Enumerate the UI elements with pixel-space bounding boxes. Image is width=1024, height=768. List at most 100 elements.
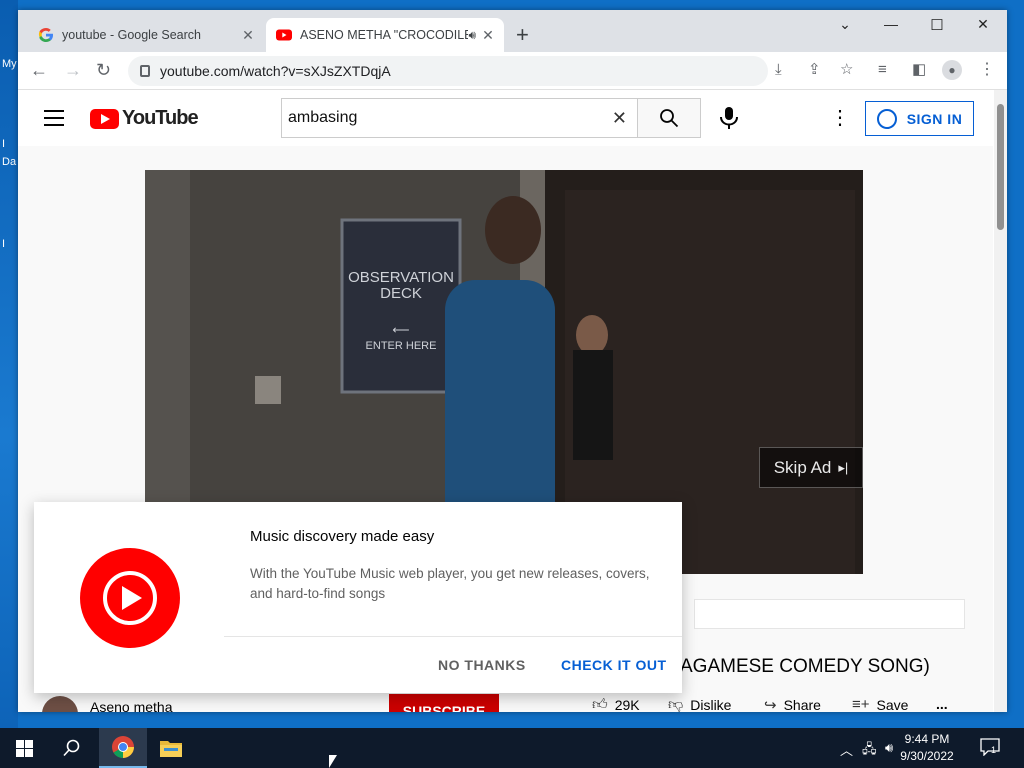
audio-playing-icon[interactable]: 🔊︎: [468, 28, 476, 43]
share-button[interactable]: ↪ Share: [764, 696, 821, 712]
music-promo-dialog: Music discovery made easy With the YouTu…: [34, 502, 682, 693]
sign-in-label: SIGN IN: [906, 110, 963, 127]
skip-ad-label: Skip Ad: [773, 457, 832, 477]
media-controls-icon[interactable]: ≡: [878, 62, 887, 77]
chrome-menu-icon[interactable]: ⋮: [979, 62, 995, 78]
maximize-button[interactable]: ☐: [914, 16, 960, 34]
check-it-out-button[interactable]: CHECK IT OUT: [561, 657, 667, 673]
clock-time: 9:44 PM: [904, 732, 950, 746]
share-page-icon[interactable]: ⇪: [808, 62, 821, 77]
profile-avatar-icon[interactable]: ●: [942, 60, 962, 80]
scrollbar-thumb[interactable]: [997, 104, 1004, 230]
google-icon: [38, 28, 53, 42]
desktop-label-4: I: [2, 238, 6, 250]
dialog-body: With the YouTube Music web player, you g…: [250, 566, 650, 601]
chrome-icon: [112, 736, 134, 758]
url-text: youtube.com/watch?v=sXJsZXTDqjA: [160, 63, 391, 79]
save-label: Save: [876, 696, 909, 713]
address-bar[interactable]: youtube.com/watch?v=sXJsZXTDqjA: [128, 56, 768, 86]
back-button[interactable]: ←: [30, 61, 48, 79]
sign-in-button[interactable]: SIGN IN: [865, 101, 974, 136]
youtube-play-icon: [90, 108, 119, 129]
tab-close-icon[interactable]: ✕: [238, 27, 258, 44]
tab-title: ASENO METHA "CROCODILE: [300, 28, 469, 42]
dialog-divider: [224, 636, 682, 637]
save-button[interactable]: ≡+ Save: [852, 696, 908, 712]
no-thanks-button[interactable]: NO THANKS: [438, 657, 526, 673]
forward-button[interactable]: →: [64, 61, 82, 79]
mouse-cursor-icon: [329, 755, 337, 768]
dislike-button[interactable]: 👎︎ Dislike: [668, 696, 731, 712]
taskbar-clock[interactable]: 9:44 PM 9/30/2022: [900, 731, 954, 765]
video-info-panel: [694, 599, 965, 629]
magnifier-icon: [63, 739, 80, 757]
notification-center-icon[interactable]: 1: [980, 738, 1002, 758]
desktop-background: My I Da I: [0, 0, 18, 728]
skip-ad-button[interactable]: Skip Ad ▸|: [759, 447, 863, 488]
close-window-button[interactable]: ✕: [960, 16, 1006, 33]
taskbar-chrome[interactable]: [99, 728, 147, 768]
minimize-button[interactable]: —: [868, 16, 914, 32]
playlist-add-icon: ≡+: [852, 696, 870, 712]
taskbar-file-explorer[interactable]: [147, 728, 195, 768]
search-icon: [660, 109, 679, 128]
more-actions-button[interactable]: ...: [936, 696, 948, 712]
channel-avatar[interactable]: [42, 696, 78, 712]
clear-search-icon[interactable]: ✕: [612, 108, 627, 129]
start-button[interactable]: [0, 728, 48, 768]
clock-date: 9/30/2022: [900, 749, 954, 763]
sign-line-2: DECK: [380, 285, 422, 302]
browser-toolbar: ← → ↻ youtube.com/watch?v=sXJsZXTDqjA ⤓ …: [18, 52, 1007, 90]
volume-icon[interactable]: 🔊︎: [885, 740, 893, 756]
tab-youtube-video[interactable]: ASENO METHA "CROCODILE 🔊︎ ✕: [266, 18, 504, 52]
desktop-label-1: My: [2, 58, 17, 70]
notification-count: 1: [991, 745, 997, 755]
network-icon[interactable]: 🖧︎: [862, 740, 877, 762]
youtube-logo[interactable]: YouTube: [90, 107, 199, 130]
sign-line-3: ENTER HERE: [365, 340, 437, 352]
tab-search-dropdown-icon[interactable]: ⌄: [822, 16, 868, 33]
like-button[interactable]: 👍︎ 29K: [592, 696, 640, 712]
tab-title: youtube - Google Search: [62, 28, 201, 42]
microphone-icon[interactable]: [718, 106, 740, 130]
folder-icon: [160, 741, 182, 757]
channel-name[interactable]: Aseno metha: [90, 699, 173, 712]
taskbar-search-button[interactable]: [48, 728, 96, 768]
windows-taskbar: ︿ 🖧︎ 🔊︎ 9:44 PM 9/30/2022 1: [0, 728, 1024, 768]
tab-google-search[interactable]: youtube - Google Search ✕: [28, 18, 264, 52]
skip-next-icon: ▸|: [838, 459, 849, 475]
share-label: Share: [783, 697, 821, 712]
sign-line-1: OBSERVATION: [348, 269, 454, 286]
reload-button[interactable]: ↻: [96, 61, 111, 79]
like-count: 29K: [614, 697, 640, 712]
search-button[interactable]: [638, 98, 701, 138]
dialog-title: Music discovery made easy: [250, 528, 435, 545]
sign-arrow-icon: ⟵: [392, 323, 410, 337]
desktop-label-3: Da: [2, 156, 17, 168]
youtube-music-logo-icon: [80, 548, 180, 648]
new-tab-button[interactable]: +: [516, 24, 529, 46]
youtube-favicon-icon: [276, 29, 292, 41]
account-icon: [876, 108, 897, 129]
video-title: AGAMESE COMEDY SONG): [680, 656, 930, 677]
thumbs-up-icon: 👍︎: [592, 696, 608, 712]
search-value: ambasing: [288, 109, 358, 126]
search-input[interactable]: ambasing ✕: [281, 98, 638, 138]
settings-more-icon[interactable]: ⋮: [830, 108, 850, 128]
tray-chevron-icon[interactable]: ︿: [840, 740, 853, 759]
youtube-logo-text: YouTube: [122, 107, 199, 129]
thumbs-down-icon: 👎︎: [668, 696, 684, 712]
youtube-header: YouTube ambasing ✕ ⋮ SIGN IN: [18, 90, 993, 146]
install-app-icon[interactable]: ⤓: [775, 62, 782, 77]
lock-icon: [140, 65, 150, 77]
dislike-label: Dislike: [690, 697, 732, 712]
tab-close-icon[interactable]: ✕: [478, 27, 498, 44]
windows-logo-icon: [15, 739, 33, 757]
side-panel-icon[interactable]: ◧: [912, 62, 926, 77]
guide-menu-icon[interactable]: [44, 110, 64, 131]
desktop-label-2: I: [2, 138, 6, 150]
subscribe-button[interactable]: SUBSCRIBE: [389, 694, 499, 712]
share-arrow-icon: ↪: [764, 697, 777, 712]
page-scrollbar[interactable]: [994, 90, 1007, 712]
bookmark-star-icon[interactable]: ☆: [840, 62, 853, 77]
